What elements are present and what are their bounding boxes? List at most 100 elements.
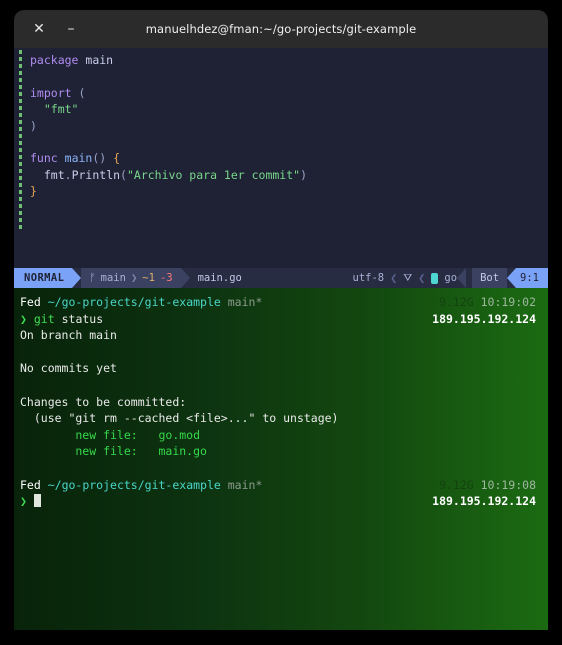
code-token: fmt bbox=[43, 167, 65, 182]
text-cursor bbox=[33, 494, 41, 508]
bot-notch-icon bbox=[457, 268, 467, 288]
mode-arrow-icon bbox=[72, 268, 82, 288]
prompt-chevron-icon-2: ❯ bbox=[20, 494, 27, 509]
output-line bbox=[20, 377, 540, 394]
code-line: fmt.Println("Archivo para 1er commit") bbox=[30, 167, 544, 183]
linux-icon: ⛛ bbox=[403, 271, 413, 284]
code-line: ) bbox=[30, 118, 544, 134]
chevron-left-icon: ❮ bbox=[390, 271, 398, 285]
output-text: Changes to be committed: bbox=[20, 394, 187, 409]
status-filetype: go bbox=[444, 272, 458, 284]
clock: 10:19:02 bbox=[480, 295, 536, 309]
staged-file-name: go.mod bbox=[158, 427, 201, 442]
code-token: package bbox=[30, 53, 79, 67]
code-token: } bbox=[30, 184, 37, 199]
code-token: ( bbox=[120, 167, 127, 182]
input-line: ❯ 189.195.192.124 bbox=[20, 493, 540, 510]
status-cursor-position: 9:1 bbox=[516, 268, 548, 288]
prompt-host: Fed bbox=[20, 295, 41, 309]
status-mode: NORMAL bbox=[14, 268, 73, 288]
code-token: ) bbox=[300, 167, 308, 182]
staged-file-status: new file: bbox=[20, 444, 159, 459]
go-gopher-icon bbox=[431, 272, 439, 284]
staged-file-status: new file: bbox=[20, 427, 159, 442]
code-line: "fmt" bbox=[30, 101, 544, 117]
prompt-right-info: 9.12G 10:19:08 bbox=[439, 477, 536, 494]
window-title: manuelhdez@fman:~/go-projects/git-exampl… bbox=[145, 22, 417, 36]
prompt-line-1: Fed ~/go-projects/git-example main* 9.12G… bbox=[20, 294, 540, 311]
branch-icon: ᚠ bbox=[89, 272, 96, 284]
prompt-host: Fed bbox=[20, 477, 41, 492]
prompt-path: ~/go-projects/git-example bbox=[47, 295, 221, 309]
code-token: () bbox=[92, 151, 114, 166]
code-token: main bbox=[64, 151, 93, 166]
code-token: Println bbox=[71, 167, 121, 182]
memory-usage: 9.12G bbox=[439, 295, 474, 309]
output-line: (use "git rm --cached <file>..." to unst… bbox=[20, 410, 540, 427]
code-token: main bbox=[85, 53, 114, 67]
prompt-git-branch: main* bbox=[227, 295, 263, 309]
diff-added: ~1 bbox=[142, 272, 155, 284]
ip-address-1: 189.195.192.124 bbox=[432, 311, 536, 326]
output-line: Changes to be committed: bbox=[20, 394, 540, 411]
prompt-chevron-icon: ❯ bbox=[20, 311, 27, 326]
branch-name: main bbox=[100, 272, 126, 284]
terminal-window: ✕ – manuelhdez@fman:~/go-projects/git-ex… bbox=[14, 10, 548, 630]
editor-pane[interactable]: package main import ( "fmt") func main()… bbox=[14, 48, 548, 268]
prompt-right-info: 9.12G 10:19:02 bbox=[439, 294, 536, 311]
output-line bbox=[20, 344, 540, 361]
output-line: No commits yet bbox=[20, 360, 540, 377]
prompt-line-2: Fed ~/go-projects/git-example main* 9.12G… bbox=[20, 477, 540, 494]
chevron-left-icon-2: ❮ bbox=[418, 271, 426, 285]
git-sign-column bbox=[19, 50, 22, 232]
status-branch[interactable]: ᚠ main ❯ ~1 -3 bbox=[81, 268, 181, 288]
clock: 10:19:08 bbox=[480, 477, 536, 492]
command-program: git bbox=[33, 311, 55, 326]
code-token: "Archivo para 1er commit" bbox=[126, 167, 301, 182]
terminal-pane[interactable]: Fed ~/go-projects/git-example main* 9.12G… bbox=[14, 288, 548, 630]
command-line: ❯ git status 189.195.192.124 bbox=[20, 311, 540, 328]
code-line: import ( bbox=[30, 85, 544, 101]
chevron-right-icon: ❯ bbox=[130, 272, 138, 284]
code-token: { bbox=[113, 151, 121, 166]
prompt-git-branch: main* bbox=[227, 477, 263, 492]
terminal-content[interactable]: Fed ~/go-projects/git-example main* 9.12G… bbox=[20, 294, 540, 510]
prompt-path: ~/go-projects/git-example bbox=[47, 477, 221, 492]
code-token: ( bbox=[78, 85, 86, 100]
code-line: func main() { bbox=[30, 150, 544, 166]
output-text: On branch main bbox=[20, 328, 117, 343]
code-token: func bbox=[30, 151, 58, 166]
code-token: . bbox=[64, 167, 72, 182]
command-args: status bbox=[61, 311, 104, 326]
output-text: No commits yet bbox=[20, 361, 117, 376]
window-titlebar: ✕ – manuelhdez@fman:~/go-projects/git-ex… bbox=[14, 10, 548, 48]
code-line: package main bbox=[30, 52, 544, 68]
code-token: "fmt" bbox=[43, 102, 79, 117]
memory-usage: 9.12G bbox=[439, 477, 474, 492]
code-line: } bbox=[30, 183, 544, 199]
staged-file-row: new file: main.go bbox=[20, 443, 540, 460]
editor-statusline: NORMAL ᚠ main ❯ ~1 -3 main.go utf-8 ❮ ⛛ … bbox=[14, 268, 548, 288]
code-content[interactable]: package main import ( "fmt") func main()… bbox=[30, 52, 544, 200]
staged-file-row: new file: go.mod bbox=[20, 427, 540, 444]
output-text: (use "git rm --cached <file>..." to unst… bbox=[20, 411, 339, 426]
status-filename: main.go bbox=[197, 272, 242, 284]
diff-removed: -3 bbox=[159, 272, 173, 284]
status-encoding: utf-8 bbox=[352, 272, 385, 284]
code-token: ) bbox=[30, 118, 37, 133]
status-spacer bbox=[250, 268, 353, 288]
ip-address-2: 189.195.192.124 bbox=[432, 494, 536, 509]
branch-arrow-icon bbox=[180, 268, 190, 288]
status-scroll: Bot bbox=[472, 268, 508, 288]
staged-file-name: main.go bbox=[158, 444, 207, 459]
status-right-group: utf-8 ❮ ⛛ ❮ go bbox=[353, 268, 458, 288]
code-token: import bbox=[30, 85, 72, 100]
